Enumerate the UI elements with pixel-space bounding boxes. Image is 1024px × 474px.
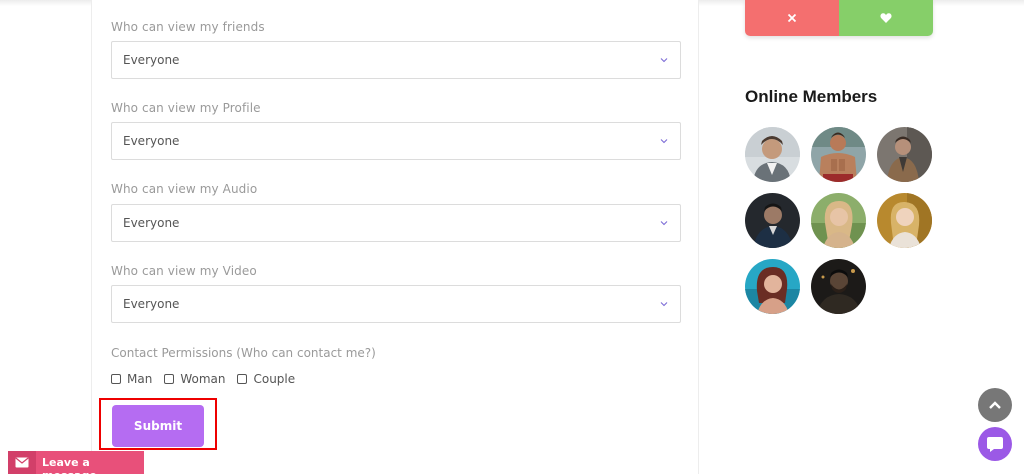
woman-checkbox-label: Woman: [180, 372, 226, 386]
chat-bubble-icon: [987, 437, 1003, 452]
profile-visibility-value: Everyone: [123, 134, 180, 148]
scroll-to-top-button[interactable]: [978, 388, 1012, 422]
chevron-down-icon: [660, 302, 668, 307]
envelope-icon: [15, 457, 29, 468]
submit-button[interactable]: Submit: [112, 405, 204, 447]
member-avatar[interactable]: [745, 259, 800, 314]
friends-visibility-value: Everyone: [123, 53, 180, 67]
woman-checkbox[interactable]: [164, 374, 175, 384]
member-avatar[interactable]: [811, 259, 866, 314]
reject-button[interactable]: [745, 0, 839, 36]
chevron-up-icon: [989, 401, 1001, 409]
like-button[interactable]: [839, 0, 933, 36]
close-icon: [787, 13, 797, 23]
chevron-down-icon: [660, 58, 668, 63]
audio-visibility-label: Who can view my Audio: [111, 182, 258, 196]
contact-permissions-label: Contact Permissions (Who can contact me?…: [111, 346, 376, 360]
friends-visibility-select[interactable]: Everyone: [111, 41, 681, 79]
audio-visibility-select[interactable]: Everyone: [111, 204, 681, 242]
member-avatar[interactable]: [811, 127, 866, 182]
match-action-bar: [745, 0, 933, 36]
member-avatar[interactable]: [811, 193, 866, 248]
contact-permissions-options: Man Woman Couple: [111, 371, 307, 387]
contact-couple-option[interactable]: Couple: [237, 372, 295, 386]
video-visibility-select[interactable]: Everyone: [111, 285, 681, 323]
member-avatar[interactable]: [877, 127, 932, 182]
profile-visibility-select[interactable]: Everyone: [111, 122, 681, 160]
profile-visibility-label: Who can view my Profile: [111, 101, 261, 115]
audio-visibility-value: Everyone: [123, 216, 180, 230]
video-visibility-value: Everyone: [123, 297, 180, 311]
online-members-title: Online Members: [745, 87, 878, 106]
leave-message-label: Leave a message: [42, 456, 97, 474]
video-visibility-label: Who can view my Video: [111, 264, 257, 278]
leave-message-button[interactable]: Leave a message: [8, 451, 144, 474]
contact-man-option[interactable]: Man: [111, 372, 152, 386]
page: Who can view my friends Everyone Who can…: [0, 0, 1024, 474]
man-checkbox[interactable]: [111, 374, 121, 384]
envelope-icon-holder: [8, 451, 36, 474]
member-avatar[interactable]: [745, 127, 800, 182]
contact-woman-option[interactable]: Woman: [164, 372, 225, 386]
chevron-down-icon: [660, 139, 668, 144]
member-avatar[interactable]: [745, 193, 800, 248]
privacy-settings-form: Who can view my friends Everyone Who can…: [91, 0, 699, 474]
submit-highlight-box: Submit: [99, 398, 217, 450]
couple-checkbox[interactable]: [237, 374, 248, 384]
heart-icon: [880, 13, 892, 23]
friends-visibility-label: Who can view my friends: [111, 20, 265, 34]
man-checkbox-label: Man: [127, 372, 153, 386]
member-avatar[interactable]: [877, 193, 932, 248]
couple-checkbox-label: Couple: [253, 372, 296, 386]
chevron-down-icon: [660, 221, 668, 226]
chat-button[interactable]: [978, 427, 1012, 461]
